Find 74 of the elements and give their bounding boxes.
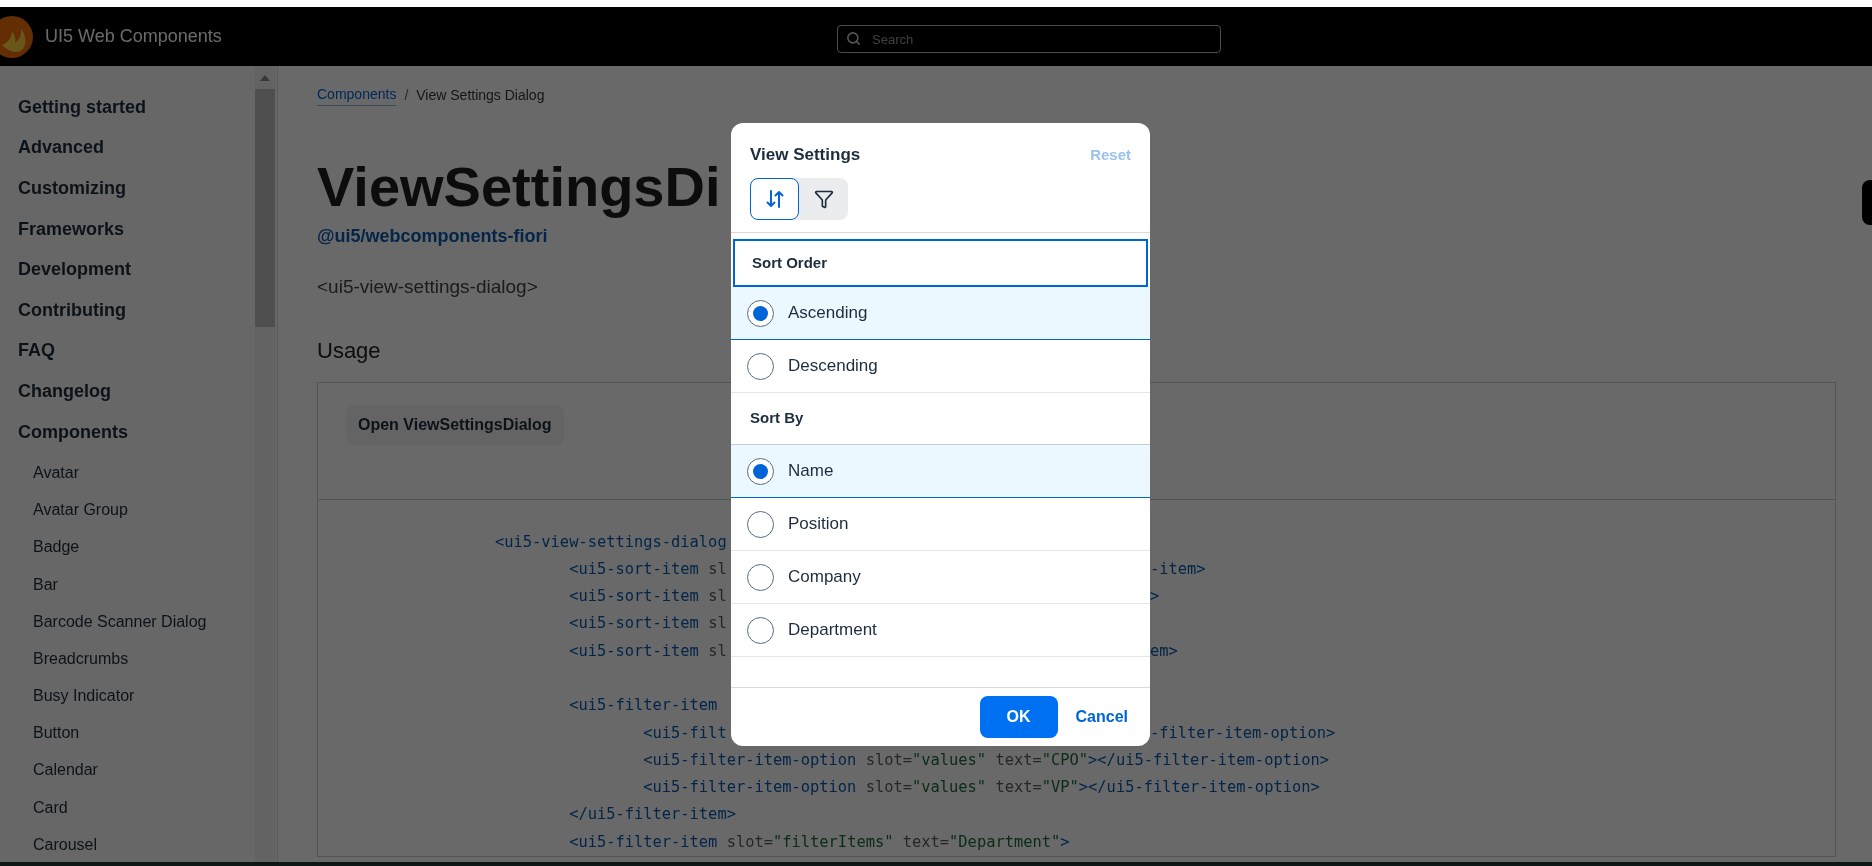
sidebar-section[interactable]: Getting started (18, 87, 146, 128)
page-title: ViewSettingsDi (317, 155, 721, 219)
sort-option[interactable]: Descending (731, 340, 1150, 393)
sort-option[interactable]: Ascending (731, 287, 1150, 340)
scroll-up-icon[interactable] (260, 75, 270, 81)
option-label: Department (788, 619, 877, 642)
radio-button[interactable] (747, 352, 774, 380)
code-text: > (1150, 586, 1160, 608)
section-heading: Usage (317, 336, 381, 365)
code-text: <ui5-filter-item (568, 696, 718, 715)
option-label: Descending (788, 355, 878, 378)
sidebar-item[interactable]: Breadcrumbs (33, 640, 129, 678)
option-label: Name (788, 460, 834, 483)
search-icon (846, 31, 861, 46)
sidebar-item[interactable]: Avatar Group (33, 491, 128, 529)
code-text: <ui5-sort-item sl (568, 559, 727, 578)
sidebar-section[interactable]: Advanced (18, 127, 105, 169)
breadcrumb-current: View Settings Dialog (416, 85, 545, 105)
sidebar-item[interactable]: Busy Indicator (33, 677, 135, 715)
scrollbar-thumb[interactable] (255, 89, 275, 327)
sidebar-item[interactable]: Bar (33, 565, 58, 604)
radio-button[interactable] (747, 616, 774, 644)
sidebar-section[interactable]: Contributing (18, 289, 126, 331)
dialog-title: View Settings (750, 144, 861, 167)
code-text: <ui5-filter-item-option slot="values" text="CPO"></ui5-filter-item-option> (642, 750, 1329, 769)
cancel-button[interactable]: Cancel (1075, 705, 1128, 729)
option-label: Position (788, 513, 849, 536)
sort-option[interactable]: Position (731, 498, 1150, 551)
code-text: <ui5-filt (642, 723, 727, 742)
sidebar-section[interactable]: Frameworks (18, 208, 125, 250)
sidebar-item[interactable]: Carousel (33, 826, 98, 862)
code-text: <ui5-sort-item sl (568, 641, 727, 660)
code-text: <ui5-filter-item slot="filterItems" text="Department"> (568, 832, 1070, 851)
sidebar-item[interactable]: Avatar (33, 454, 79, 492)
sidebar-section[interactable]: Components (18, 411, 128, 453)
sort-option[interactable]: Company (731, 551, 1150, 604)
tag-name: <ui5-view-settings-dialog> (317, 275, 538, 299)
code-text: <ui5-filter-item-option slot="values" text="VP"></ui5-filter-item-option> (642, 778, 1320, 797)
code-text: em> (1150, 640, 1178, 662)
breadcrumb-separator: / (404, 85, 409, 105)
sidebar-item[interactable]: Calendar (33, 751, 98, 790)
code-text: <ui5-view-settings-dialog (495, 532, 727, 551)
logo-icon (0, 14, 34, 59)
sidebar-section[interactable]: FAQ (18, 330, 55, 372)
sidebar-item[interactable]: Badge (33, 528, 80, 566)
option-label: Company (788, 566, 861, 589)
sort-option[interactable]: Name (731, 445, 1150, 498)
search-field[interactable]: Search (837, 25, 1221, 53)
radio-button[interactable] (747, 510, 774, 538)
sort-option[interactable]: Department (731, 604, 1150, 657)
code-text: <ui5-sort-item sl (568, 587, 727, 606)
filter-icon (813, 189, 834, 209)
sidebar-item[interactable]: Card (33, 789, 68, 827)
radio-button[interactable] (747, 457, 774, 485)
sidebar-section[interactable]: Development (18, 249, 132, 290)
ok-button[interactable]: OK (979, 696, 1058, 738)
breadcrumb-link[interactable]: Components (317, 84, 397, 106)
mode-tab[interactable] (750, 178, 799, 220)
site-title: UI5 Web Components (45, 25, 222, 48)
open-dialog-button[interactable]: Open ViewSettingsDialog (346, 404, 564, 445)
code-text: <ui5-sort-item sl (568, 614, 727, 633)
option-label: Ascending (788, 302, 868, 325)
group-heading: Sort Order (733, 239, 1148, 287)
code-text: -item> (1150, 558, 1206, 580)
radio-button[interactable] (747, 563, 774, 591)
sort-icon (765, 189, 784, 209)
sidebar-item[interactable]: Barcode Scanner Dialog (33, 603, 207, 641)
sidebar-section[interactable]: Changelog (18, 371, 111, 412)
sidebar-item[interactable]: Button (33, 714, 80, 752)
package-link[interactable]: @ui5/webcomponents-fiori (317, 223, 548, 250)
sidebar-section[interactable]: Customizing (18, 168, 126, 209)
radio-button[interactable] (747, 299, 774, 327)
code-text: </ui5-filter-item> (568, 805, 736, 824)
code-text: -filter-item-option> (1150, 722, 1336, 744)
